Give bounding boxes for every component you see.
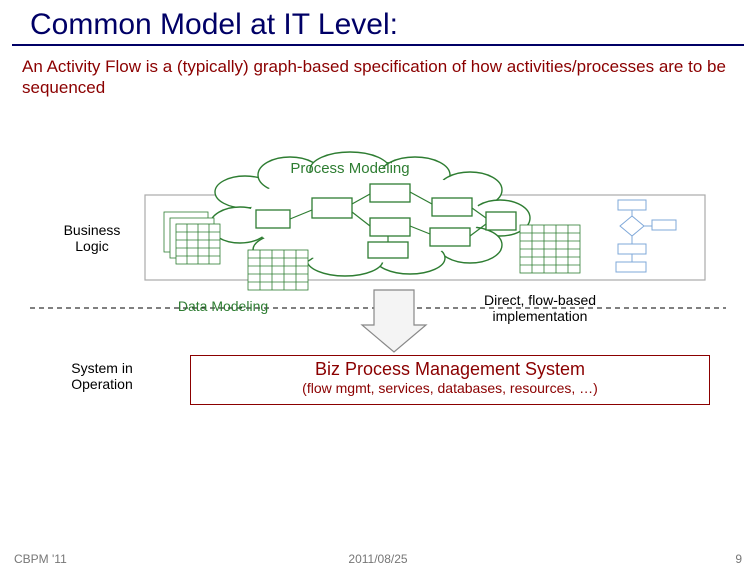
footer-left: CBPM '11 [14, 552, 67, 566]
bpms-box: Biz Process Management System (flow mgmt… [190, 355, 710, 405]
mini-flowchart [616, 200, 676, 272]
data-table-right [520, 225, 580, 273]
bpms-title: Biz Process Management System [191, 359, 709, 380]
description-text: An Activity Flow is a (typically) graph-… [0, 46, 756, 103]
diagram-canvas: Process Modeling BusinessLogic Data Mode… [0, 140, 756, 420]
page-title: Common Model at IT Level: [12, 0, 744, 46]
footer-page-number: 9 [735, 552, 742, 566]
direct-impl-label: Direct, flow-basedimplementation [450, 292, 630, 324]
data-modeling-label: Data Modeling [158, 298, 288, 314]
footer-date: 2011/08/25 [348, 552, 407, 566]
system-operation-label: System inOperation [52, 360, 152, 392]
data-tables-left [164, 212, 220, 264]
business-logic-label: BusinessLogic [52, 222, 132, 254]
down-arrow-icon [362, 290, 426, 352]
data-table-mid [248, 250, 308, 290]
process-modeling-label: Process Modeling [260, 160, 440, 177]
bpms-subtitle: (flow mgmt, services, databases, resourc… [191, 380, 709, 396]
